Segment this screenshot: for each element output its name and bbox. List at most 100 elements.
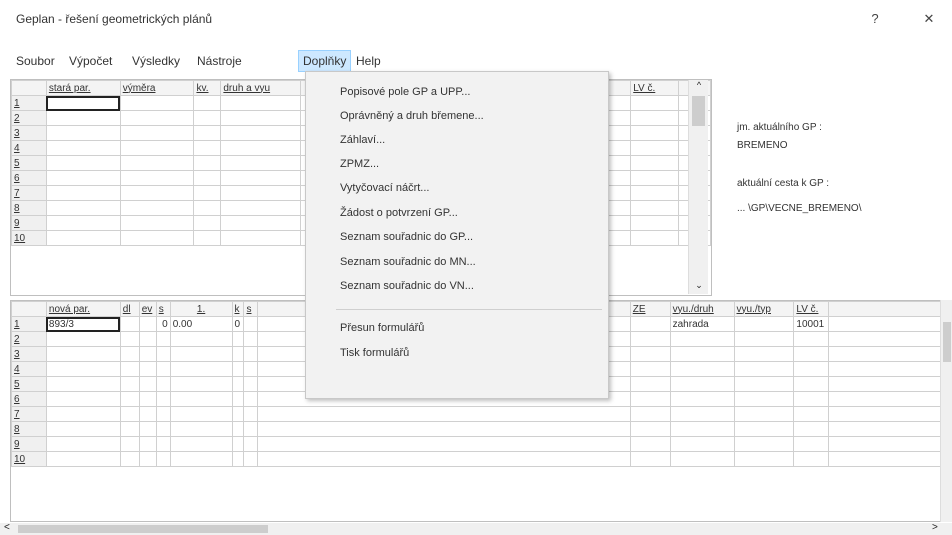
row-number[interactable]: 9 <box>11 215 47 231</box>
grid-cell[interactable] <box>169 391 233 407</box>
row-number[interactable]: 2 <box>11 331 47 347</box>
scroll-right-icon[interactable]: > <box>932 522 938 533</box>
grid-cell[interactable] <box>220 110 302 126</box>
grid-cell[interactable] <box>231 331 245 347</box>
grid-cell[interactable] <box>793 391 830 407</box>
grid-cell[interactable] <box>45 230 121 246</box>
help-button[interactable]: ? <box>860 8 890 30</box>
row-number[interactable]: 3 <box>11 346 47 362</box>
grid-cell[interactable] <box>45 346 121 362</box>
grid-cell[interactable] <box>828 451 941 467</box>
grid-cell[interactable] <box>793 331 830 347</box>
grid-cell[interactable] <box>45 406 121 422</box>
grid-cell[interactable] <box>193 95 222 111</box>
col-header-vyu-druh[interactable]: vyu./druh <box>669 301 735 317</box>
grid-cell[interactable] <box>669 331 735 347</box>
grid-cell[interactable] <box>193 155 222 171</box>
grid-cell[interactable] <box>669 376 735 392</box>
grid-cell[interactable] <box>220 95 302 111</box>
col-header-nova-par[interactable]: nová par. <box>45 301 121 317</box>
grid-cell[interactable] <box>220 125 302 141</box>
grid-cell[interactable] <box>45 436 121 452</box>
grid-cell[interactable] <box>669 346 735 362</box>
grid-cell[interactable] <box>257 421 631 437</box>
grid-cell[interactable] <box>733 346 795 362</box>
grid-cell[interactable] <box>257 436 631 452</box>
menu-item-tisk[interactable]: Tisk formulářů <box>340 342 600 364</box>
grid-cell[interactable] <box>138 436 157 452</box>
grid-cell[interactable] <box>733 316 795 332</box>
grid-cell[interactable] <box>669 406 735 422</box>
grid-cell[interactable] <box>45 125 121 141</box>
menu-item-zpmz[interactable]: ZPMZ... <box>340 153 600 175</box>
scrollbar-thumb[interactable] <box>692 96 705 126</box>
grid-cell[interactable] <box>243 406 259 422</box>
grid-cell[interactable] <box>243 391 259 407</box>
grid-cell[interactable] <box>828 391 941 407</box>
lv-cell[interactable]: 10001 <box>793 316 830 332</box>
grid-cell[interactable] <box>45 391 121 407</box>
grid-cell[interactable] <box>193 110 222 126</box>
grid-cell[interactable] <box>220 170 302 186</box>
grid-cell[interactable] <box>193 200 222 216</box>
grid-cell[interactable] <box>630 230 680 246</box>
grid-cell[interactable] <box>119 451 140 467</box>
scrollbar-thumb[interactable] <box>943 322 951 362</box>
grid-cell[interactable] <box>155 346 171 362</box>
grid-cell[interactable] <box>630 140 680 156</box>
col-header-vymera[interactable]: výměra <box>119 80 195 96</box>
grid-cell[interactable] <box>629 391 671 407</box>
grid-cell[interactable] <box>231 436 245 452</box>
grid-cell[interactable] <box>669 391 735 407</box>
grid-cell[interactable] <box>220 185 302 201</box>
grid-cell[interactable] <box>45 140 121 156</box>
row-number[interactable]: 8 <box>11 421 47 437</box>
col-header-ev[interactable]: ev <box>138 301 157 317</box>
menu-item-zahlavi[interactable]: Záhlaví... <box>340 129 600 151</box>
grid-cell[interactable] <box>629 436 671 452</box>
grid-cell[interactable] <box>733 406 795 422</box>
grid-cell[interactable] <box>155 361 171 377</box>
row-number[interactable]: 10 <box>11 451 47 467</box>
grid-cell[interactable] <box>119 215 195 231</box>
row-number[interactable]: 5 <box>11 155 47 171</box>
grid-cell[interactable] <box>119 185 195 201</box>
grid-cell[interactable] <box>231 406 245 422</box>
grid-cell[interactable] <box>45 185 121 201</box>
row-number[interactable]: 2 <box>11 110 47 126</box>
grid-cell[interactable] <box>243 376 259 392</box>
bottom-grid-vscrollbar[interactable] <box>940 300 952 522</box>
grid-cell[interactable] <box>733 421 795 437</box>
grid-cell[interactable] <box>243 346 259 362</box>
grid-cell[interactable] <box>169 361 233 377</box>
menu-item-zadost[interactable]: Žádost o potvrzení GP... <box>340 202 600 224</box>
grid-cell[interactable] <box>793 451 830 467</box>
grid-cell[interactable] <box>669 421 735 437</box>
grid-cell[interactable] <box>733 451 795 467</box>
menu-doplnky[interactable]: Doplňky <box>298 50 352 72</box>
grid-cell[interactable] <box>220 230 302 246</box>
row-number[interactable]: 5 <box>11 376 47 392</box>
row-number[interactable]: 9 <box>11 436 47 452</box>
grid-cell[interactable] <box>119 361 140 377</box>
menu-item-presun[interactable]: Přesun formulářů <box>340 317 600 339</box>
grid-cell[interactable] <box>793 436 830 452</box>
row-number[interactable]: 7 <box>11 185 47 201</box>
grid-cell[interactable] <box>119 155 195 171</box>
grid-cell[interactable] <box>119 230 195 246</box>
grid-cell[interactable] <box>169 331 233 347</box>
grid-cell[interactable] <box>119 391 140 407</box>
grid-cell[interactable] <box>733 361 795 377</box>
grid-cell[interactable] <box>155 436 171 452</box>
grid-cell[interactable] <box>231 391 245 407</box>
grid-cell[interactable] <box>155 376 171 392</box>
grid-cell[interactable] <box>828 316 941 332</box>
grid-cell[interactable] <box>193 140 222 156</box>
grid-cell[interactable] <box>45 376 121 392</box>
row-number[interactable]: 6 <box>11 170 47 186</box>
grid-cell[interactable] <box>193 185 222 201</box>
grid-cell[interactable] <box>138 346 157 362</box>
grid-cell[interactable] <box>828 361 941 377</box>
col-header-lv[interactable]: LV č. <box>793 301 830 317</box>
grid-cell[interactable] <box>155 391 171 407</box>
